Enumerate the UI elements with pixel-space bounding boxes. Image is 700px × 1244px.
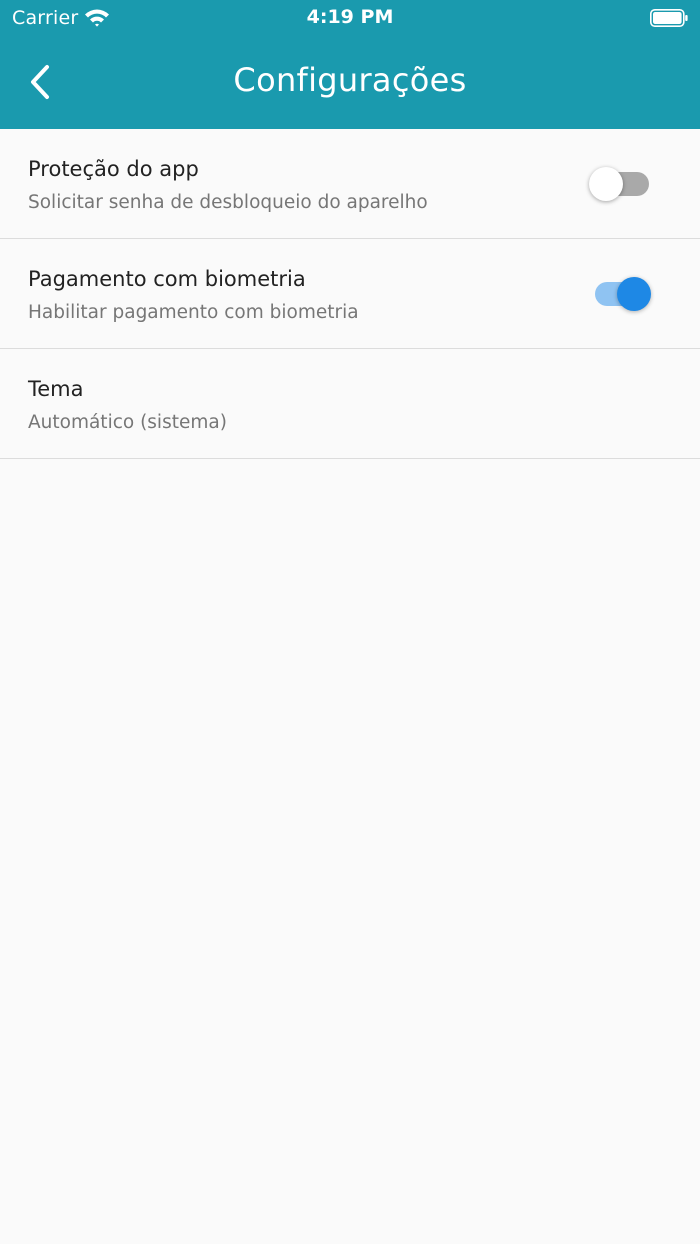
battery-icon <box>650 9 688 27</box>
setting-title: Pagamento com biometria <box>28 267 306 291</box>
app-protection-toggle[interactable] <box>589 162 653 202</box>
setting-biometric-payment[interactable]: Pagamento com biometria Habilitar pagame… <box>0 239 700 349</box>
setting-subtitle: Habilitar pagamento com biometria <box>28 302 359 323</box>
navigation-bar: Configurações <box>0 36 700 129</box>
setting-theme[interactable]: Tema Automático (sistema) <box>0 349 700 459</box>
page-title: Configurações <box>233 61 467 99</box>
status-bar: Carrier 4:19 PM <box>0 0 700 36</box>
setting-title: Tema <box>28 377 84 401</box>
setting-title: Proteção do app <box>28 157 199 181</box>
toggle-thumb <box>589 167 623 201</box>
app-header: Carrier 4:19 PM Configurações <box>0 0 700 129</box>
settings-list: Proteção do app Solicitar senha de desbl… <box>0 129 700 459</box>
toggle-thumb <box>617 277 651 311</box>
setting-app-protection[interactable]: Proteção do app Solicitar senha de desbl… <box>0 129 700 239</box>
setting-subtitle: Solicitar senha de desbloqueio do aparel… <box>28 192 428 213</box>
biometric-payment-toggle[interactable] <box>587 272 651 312</box>
status-time: 4:19 PM <box>306 6 394 28</box>
setting-subtitle: Automático (sistema) <box>28 412 227 433</box>
